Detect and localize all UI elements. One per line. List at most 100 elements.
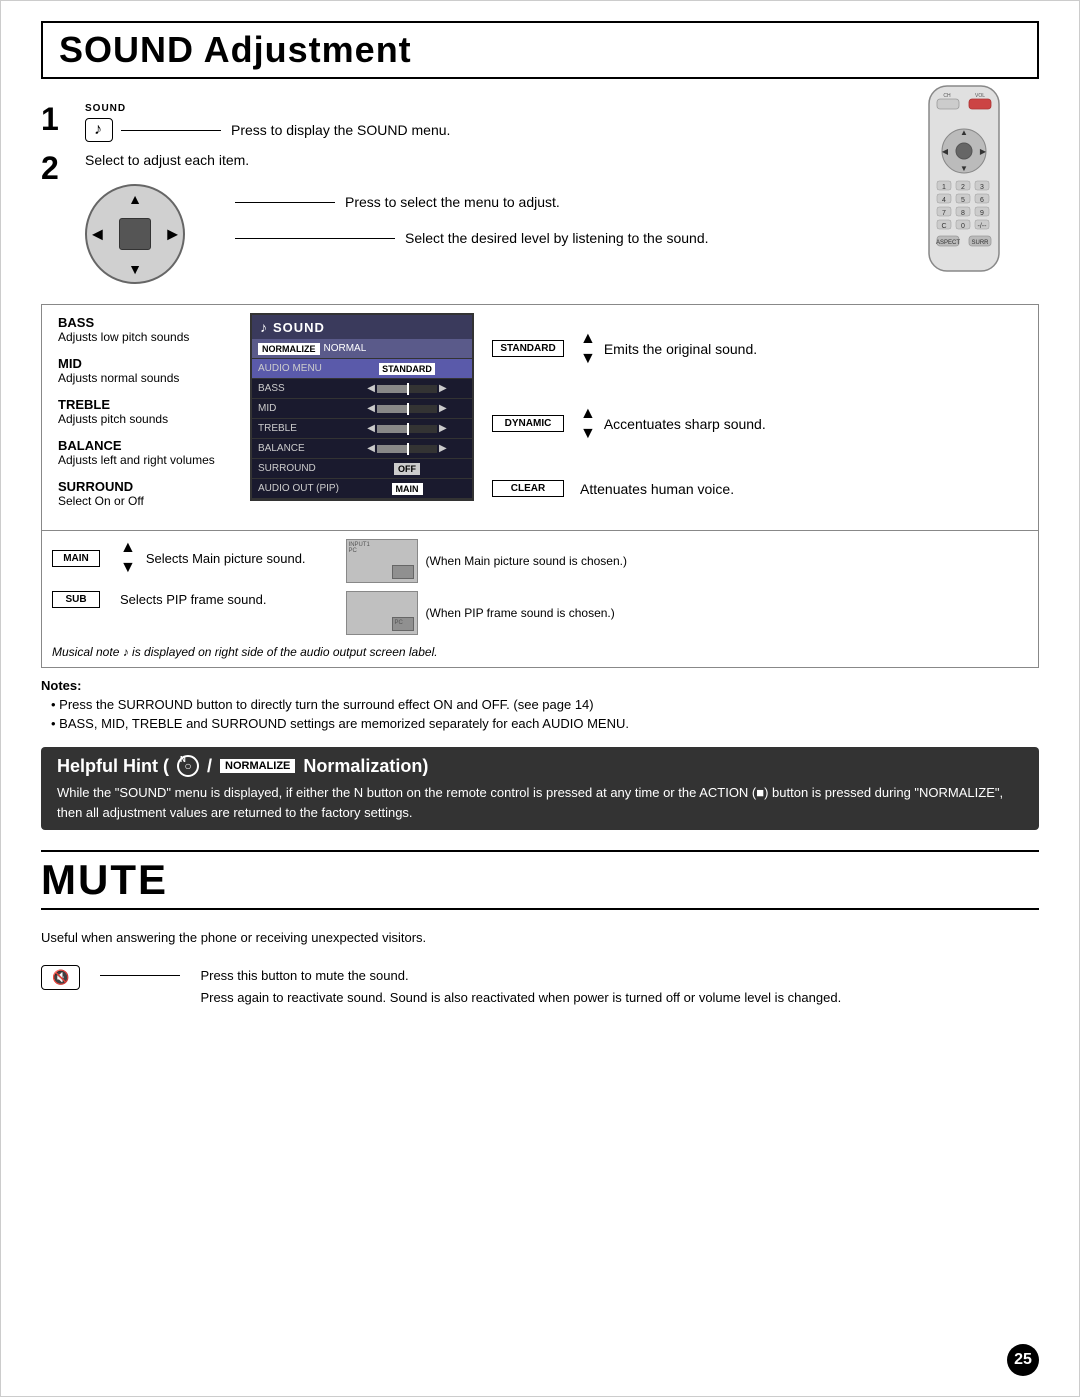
helpful-hint-section: Helpful Hint ( N ○ / NORMALIZE Normaliza…: [41, 747, 1039, 830]
arrow-up-icon: ▲: [128, 191, 142, 207]
dynamic-up-arrow: ▲: [580, 405, 596, 423]
step1-instruction: Press to display the SOUND menu.: [231, 122, 450, 138]
balance-thumb: [407, 443, 409, 455]
balance-left-arrow: ◀: [367, 443, 375, 454]
pip-sub-overlay: PC: [395, 620, 403, 626]
dynamic-down-arrow: ▼: [580, 425, 596, 443]
surround-off-tag: OFF: [394, 463, 420, 475]
dynamic-entry: DYNAMIC ▲ ▼ Accentuates sharp sound.: [492, 405, 1028, 443]
bass-fill: [377, 385, 407, 393]
treble-title: TREBLE: [58, 397, 232, 412]
mute-title: MUTE: [41, 856, 168, 903]
notes-section: Notes: Press the SURROUND button to dire…: [41, 678, 1039, 731]
svg-text:-/--: -/--: [978, 223, 988, 230]
mid-thumb: [407, 403, 409, 415]
pip-sub-inner: [392, 565, 414, 579]
page-number: 25: [1007, 1344, 1039, 1376]
menu-note-icon: ♪: [260, 319, 267, 335]
hint-body: While the "SOUND" menu is displayed, if …: [57, 783, 1023, 822]
step2-content: Select to adjust each item. ▲ ▼ ◀ ▶: [85, 152, 1039, 284]
step2-instruction: Select to adjust each item.: [85, 152, 1039, 168]
menu-audioout-value: MAIN: [348, 483, 466, 495]
pip-main-note: (When Main picture sound is chosen.): [426, 554, 627, 568]
bass-desc: Adjusts low pitch sounds: [58, 330, 232, 344]
treble-bar: [377, 425, 437, 433]
balance-label: BALANCE Adjusts left and right volumes: [58, 438, 232, 467]
audio-out-section: MAIN ▲ ▼ Selects Main picture sound. SUB…: [52, 539, 1028, 635]
clear-entry: CLEAR Attenuates human voice.: [492, 480, 1028, 497]
svg-text:▼: ▼: [960, 164, 968, 173]
pip-main-overlay: INPUT1PC: [349, 542, 370, 554]
mid-left-arrow: ◀: [367, 403, 375, 414]
svg-text:3: 3: [980, 184, 984, 191]
svg-text:4: 4: [942, 197, 946, 204]
step2-row: ▲ ▼ ◀ ▶ Press to select the menu to adju…: [85, 184, 1039, 284]
main-arrow-up: ▲: [120, 539, 136, 557]
menu-bass-value: ◀ ▶: [348, 383, 466, 394]
svg-text:6: 6: [980, 197, 984, 204]
svg-text:CH: CH: [943, 93, 951, 99]
press-line: [235, 202, 335, 203]
balance-fill: [377, 445, 407, 453]
mid-fill: [377, 405, 407, 413]
mid-desc: Adjusts normal sounds: [58, 371, 232, 385]
dynamic-desc: Accentuates sharp sound.: [604, 416, 766, 432]
menu-treble-row: TREBLE ◀ ▶: [252, 419, 472, 439]
main-arrow: ▲ ▼: [120, 539, 136, 577]
arrow-left-icon: ◀: [92, 226, 103, 243]
pip-main-screen: INPUT1PC: [346, 539, 418, 583]
svg-text:1: 1: [942, 184, 946, 191]
treble-fill: [377, 425, 407, 433]
mute-press-again-instruction: Press again to reactivate sound. Sound i…: [200, 987, 841, 1009]
notes-title: Notes:: [41, 678, 1039, 693]
center-menu: ♪ SOUND NORMALIZE NORMAL AUDIO MENU STAN…: [242, 305, 482, 530]
svg-text:7: 7: [942, 210, 946, 217]
hint-title-suffix: Normalization): [303, 756, 428, 777]
step1-number: 1: [41, 103, 65, 135]
menu-surround-label: SURROUND: [258, 463, 348, 474]
treble-right-arrow: ▶: [439, 423, 447, 434]
menu-balance-value: ◀ ▶: [348, 443, 466, 454]
svg-text:◀: ◀: [942, 147, 949, 156]
joystick-instructions: Press to select the menu to adjust. Sele…: [235, 194, 709, 246]
clear-tag: CLEAR: [492, 480, 564, 497]
step1-line: [121, 130, 221, 131]
mute-press-instruction: Press this button to mute the sound.: [200, 965, 841, 987]
hint-normalize-tag: NORMALIZE: [220, 759, 295, 773]
menu-surround-value: OFF: [348, 463, 466, 475]
svg-text:▲: ▲: [960, 128, 968, 137]
joystick-circle: ▲ ▼ ◀ ▶: [85, 184, 185, 284]
menu-balance-row: BALANCE ◀ ▶: [252, 439, 472, 459]
pip-main-entry: INPUT1PC (When Main picture sound is cho…: [346, 539, 627, 583]
menu-surround-row: SURROUND OFF: [252, 459, 472, 479]
hint-title-text: Helpful Hint (: [57, 756, 169, 777]
standard-entry: STANDARD ▲ ▼ Emits the original sound.: [492, 330, 1028, 368]
standard-arrow: ▲ ▼: [580, 330, 596, 368]
sub-desc: Selects PIP frame sound.: [120, 592, 266, 607]
main-btn-tag: MAIN: [52, 550, 100, 567]
balance-title: BALANCE: [58, 438, 232, 453]
menu-audioout-row: AUDIO OUT (PIP) MAIN: [252, 479, 472, 499]
left-labels: BASS Adjusts low pitch sounds MID Adjust…: [42, 305, 242, 530]
select-instruction: Select the desired level by listening to…: [405, 230, 709, 246]
sound-button: ♪: [85, 118, 113, 142]
press-instruction: Press to select the menu to adjust.: [345, 194, 560, 210]
sound-label-row: SOUND: [85, 103, 1039, 114]
sub-row: SUB Selects PIP frame sound.: [52, 591, 306, 608]
svg-text:ASPECT: ASPECT: [936, 240, 960, 246]
menu-normalize-row: NORMALIZE NORMAL: [252, 339, 472, 359]
page-title-box: SOUND Adjustment: [41, 21, 1039, 79]
menu-bass-label: BASS: [258, 383, 348, 394]
step2-section: 2 Select to adjust each item. ▲ ▼ ◀ ▶: [41, 152, 1039, 284]
select-line: [235, 238, 395, 239]
select-instruction-row: Select the desired level by listening to…: [235, 230, 709, 246]
treble-slider: ◀ ▶: [367, 423, 446, 434]
menu-title-row: ♪ SOUND: [252, 315, 472, 339]
sound-menu-box: ♪ SOUND NORMALIZE NORMAL AUDIO MENU STAN…: [250, 313, 474, 501]
sub-btn-tag: SUB: [52, 591, 100, 608]
treble-label: TREBLE Adjusts pitch sounds: [58, 397, 232, 426]
mute-instructions: Press this button to mute the sound. Pre…: [200, 965, 841, 1009]
bass-title: BASS: [58, 315, 232, 330]
bass-thumb: [407, 383, 409, 395]
main-row: MAIN ▲ ▼ Selects Main picture sound.: [52, 539, 306, 577]
